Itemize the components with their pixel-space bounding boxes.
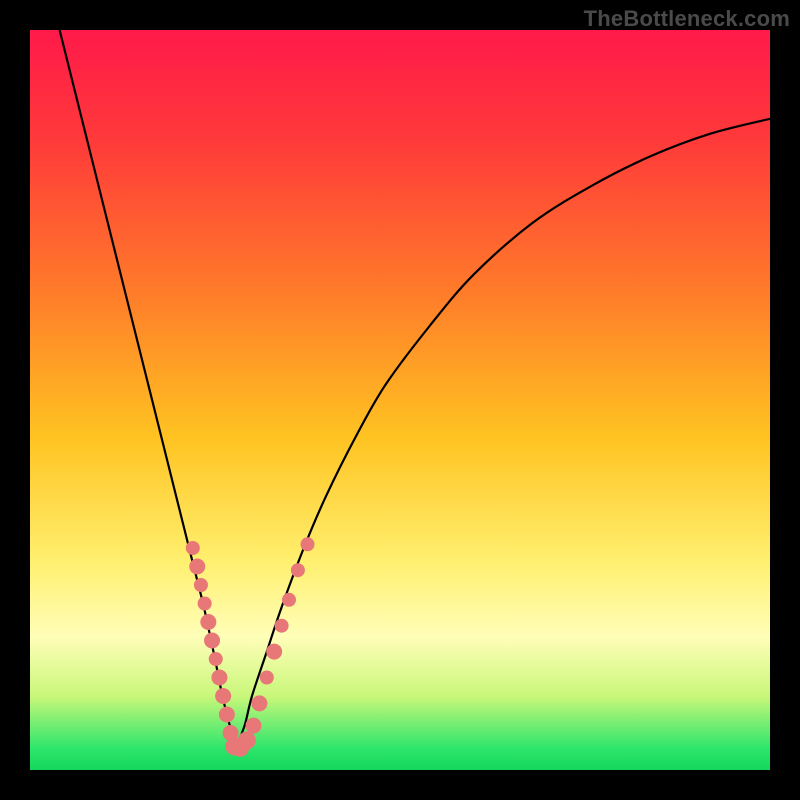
data-marker	[291, 563, 305, 577]
data-marker	[198, 597, 212, 611]
plot-area	[30, 30, 770, 770]
data-marker	[211, 670, 227, 686]
data-marker	[245, 718, 261, 734]
watermark-text: TheBottleneck.com	[584, 6, 790, 32]
data-marker	[282, 593, 296, 607]
data-marker	[204, 633, 220, 649]
data-marker	[275, 619, 289, 633]
data-marker	[266, 644, 282, 660]
gradient-background	[30, 30, 770, 770]
data-marker	[215, 688, 231, 704]
data-marker	[301, 537, 315, 551]
data-marker	[186, 541, 200, 555]
data-marker	[194, 578, 208, 592]
data-marker	[251, 695, 267, 711]
data-marker	[219, 707, 235, 723]
chart-frame: TheBottleneck.com	[0, 0, 800, 800]
data-marker	[238, 731, 256, 749]
data-marker	[209, 652, 223, 666]
data-marker	[200, 614, 216, 630]
data-marker	[260, 671, 274, 685]
bottleneck-chart	[30, 30, 770, 770]
data-marker	[189, 559, 205, 575]
